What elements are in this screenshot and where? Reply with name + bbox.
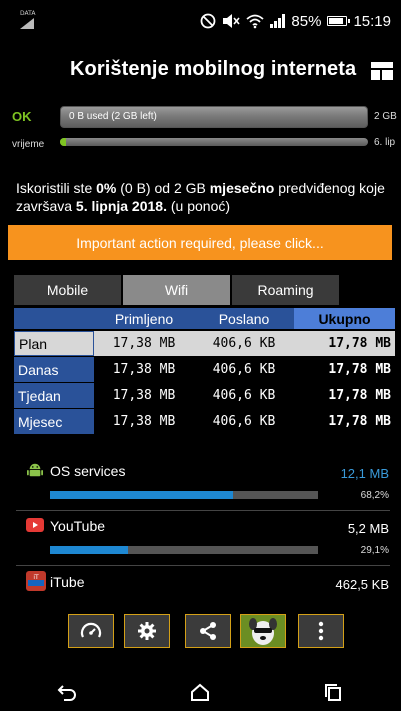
data-usage-bar: 0 B used (2 GB left) xyxy=(60,106,368,128)
app-header: Korištenje mobilnog interneta xyxy=(0,42,401,100)
wifi-icon xyxy=(246,14,265,29)
usage-table: Primljeno Poslano Ukupno Plan 17,38 MB 4… xyxy=(14,308,395,435)
desc-text-1: Iskoristili ste xyxy=(16,180,97,196)
mute-icon xyxy=(223,14,241,28)
speedometer-icon[interactable] xyxy=(68,614,114,648)
recents-icon[interactable] xyxy=(319,682,349,702)
divider xyxy=(16,565,390,566)
app-name: iTube xyxy=(50,574,85,590)
time-label: vrijeme xyxy=(12,139,45,150)
more-vert-icon[interactable] xyxy=(298,614,344,648)
header-sent: Poslano xyxy=(194,308,294,329)
data-limit-label: 2 GB xyxy=(374,111,397,122)
period-end-label: 6. lip xyxy=(374,137,396,148)
home-icon[interactable] xyxy=(185,682,215,702)
layout-icon[interactable] xyxy=(371,62,393,80)
app-usage-value: 5,2 MB xyxy=(347,521,389,536)
app-name: YouTube xyxy=(50,518,106,534)
app-usage-fill xyxy=(50,546,128,554)
time-progress-fill xyxy=(60,138,66,146)
desc-end-date: 5. lipnja 2018. xyxy=(75,198,167,214)
status-icons: 85% 15:19 xyxy=(200,11,391,31)
time-progress-bar xyxy=(60,138,368,146)
app-usage-percent: 29,1% xyxy=(360,545,389,556)
desc-percent: 0% xyxy=(96,180,117,196)
app-name: OS services xyxy=(50,463,126,479)
app-usage-bar xyxy=(50,546,318,554)
row-label: Tjedan xyxy=(14,383,94,408)
list-item-youtube[interactable]: YouTube 5,2 MB 29,1% xyxy=(0,513,401,563)
signal-icon xyxy=(270,14,286,28)
app-usage-bar xyxy=(50,491,318,499)
table-row[interactable]: Tjedan 17,38 MB 406,6 KB 17,78 MB xyxy=(14,383,395,408)
system-nav-bar xyxy=(0,672,401,711)
data-label: DATA xyxy=(20,10,36,17)
desc-text-2: (0 B) od 2 GB xyxy=(116,180,210,196)
sent-cell: 406,6 KB xyxy=(212,362,276,377)
total-cell: 17,78 MB xyxy=(328,388,391,403)
received-cell: 17,38 MB xyxy=(112,388,176,403)
app-usage-value: 12,1 MB xyxy=(340,466,389,481)
list-item-os-services[interactable]: OS services 12,1 MB 68,2% xyxy=(0,458,401,508)
header-received: Primljeno xyxy=(94,308,194,329)
battery-percent: 85% xyxy=(291,12,322,30)
desc-text-4: (u ponoć) xyxy=(166,198,231,214)
back-icon[interactable] xyxy=(52,682,82,702)
total-cell: 17,78 MB xyxy=(294,331,395,356)
row-label: Plan xyxy=(14,331,94,356)
settings-gear-icon[interactable] xyxy=(124,614,170,648)
total-cell: 17,78 MB xyxy=(328,362,391,377)
sent-cell: 406,6 KB xyxy=(194,331,294,356)
status-bar: DATA 85% 15:19 xyxy=(0,0,401,42)
android-icon xyxy=(27,463,43,477)
tab-wifi[interactable]: Wifi xyxy=(123,275,230,305)
do-not-disturb-icon xyxy=(201,13,216,29)
app-usage-fill xyxy=(50,491,233,499)
table-row[interactable]: Danas 17,38 MB 406,6 KB 17,78 MB xyxy=(14,357,395,382)
row-label: Mjesec xyxy=(14,409,94,434)
network-tabs: Mobile Wifi Roaming xyxy=(14,275,339,305)
action-required-banner[interactable]: Important action required, please click.… xyxy=(8,225,392,260)
received-cell: 17,38 MB xyxy=(112,414,176,429)
table-row[interactable]: Mjesec 17,38 MB 406,6 KB 17,78 MB xyxy=(14,409,395,434)
sent-cell: 406,6 KB xyxy=(212,414,276,429)
table-row[interactable]: Plan 17,38 MB 406,6 KB 17,78 MB xyxy=(14,331,395,356)
divider xyxy=(16,510,390,511)
received-cell: 17,38 MB xyxy=(112,362,176,377)
app-usage-value: 462,5 KB xyxy=(335,577,390,592)
received-cell: 17,38 MB xyxy=(94,331,194,356)
usage-description: Iskoristili ste 0% (0 B) od 2 GB mjesečn… xyxy=(16,179,396,215)
row-label: Danas xyxy=(14,357,94,382)
share-icon[interactable] xyxy=(185,614,231,648)
tab-roaming[interactable]: Roaming xyxy=(232,275,339,305)
list-item-itube[interactable]: iT iTube 462,5 KB xyxy=(0,568,401,602)
clock: 15:19 xyxy=(353,12,391,30)
bottom-toolbar xyxy=(68,614,344,648)
desc-period: mjesečno xyxy=(209,180,275,196)
sent-cell: 406,6 KB xyxy=(212,388,276,403)
dog-app-icon[interactable] xyxy=(240,614,286,648)
svg-text:iT: iT xyxy=(33,574,39,581)
battery-icon xyxy=(327,16,351,26)
data-icon: DATA xyxy=(20,11,38,31)
tab-mobile[interactable]: Mobile xyxy=(14,275,121,305)
youtube-icon xyxy=(26,518,44,532)
total-cell: 17,78 MB xyxy=(328,414,391,429)
data-usage-text: 0 B used (2 GB left) xyxy=(69,111,157,122)
header-blank xyxy=(14,308,94,329)
usage-status-label: OK xyxy=(12,109,32,124)
itube-icon: iT xyxy=(26,571,46,591)
header-total: Ukupno xyxy=(294,308,395,329)
page-title: Korištenje mobilnog interneta xyxy=(70,58,357,80)
table-header: Primljeno Poslano Ukupno xyxy=(14,308,395,329)
app-usage-percent: 68,2% xyxy=(360,490,389,501)
